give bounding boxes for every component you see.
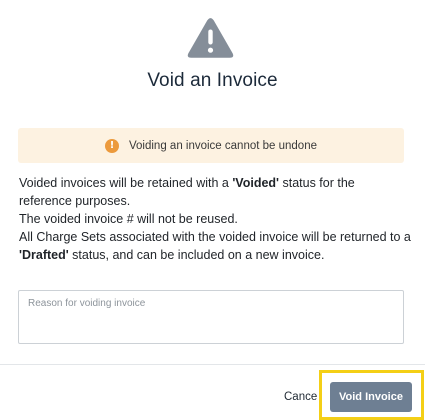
void-invoice-button[interactable]: Void Invoice <box>330 382 412 412</box>
description-paragraph-voided: Voided invoices will be retained with a … <box>19 176 355 208</box>
void-invoice-dialog: Void an Invoice ! Voiding an invoice can… <box>0 0 425 420</box>
cancel-button[interactable]: Cancel <box>284 388 318 406</box>
description-paragraph-reuse: The voided invoice # will not be reused. <box>19 212 238 226</box>
warning-alert: ! Voiding an invoice cannot be undone <box>18 128 404 163</box>
alert-text: Voiding an invoice cannot be undone <box>129 139 317 152</box>
void-reason-input[interactable] <box>18 290 404 344</box>
footer-divider <box>0 364 425 365</box>
dialog-title: Void an Invoice <box>147 70 278 91</box>
drafted-status-label: 'Drafted' <box>19 248 69 262</box>
dialog-description: Voided invoices will be retained with a … <box>19 174 411 264</box>
voided-status-label: 'Voided' <box>232 176 280 190</box>
exclamation-circle-icon: ! <box>105 138 119 153</box>
warning-triangle-icon <box>187 18 234 58</box>
description-paragraph-charge-sets: All Charge Sets associated with the void… <box>19 230 411 262</box>
